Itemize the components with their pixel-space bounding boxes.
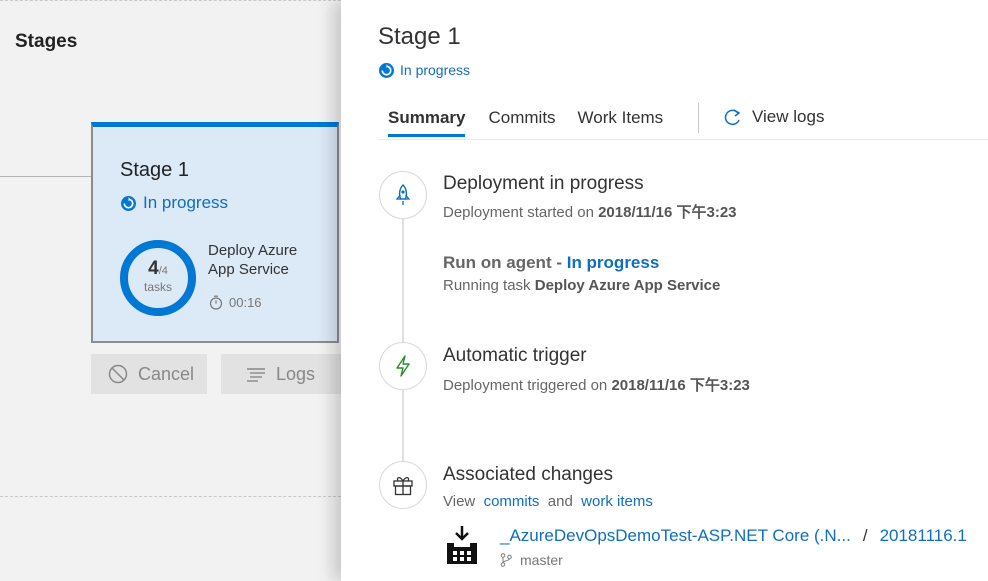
stage-status: In progress (121, 193, 228, 213)
deployment-date: 2018/11/16 下午3:23 (598, 204, 737, 221)
tab-summary[interactable]: Summary (388, 108, 466, 137)
agent-task-name: Deploy Azure App Service (534, 277, 721, 294)
artifact-row: _AzureDevOpsDemoTest-ASP.NET Core (.N...… (500, 526, 967, 546)
pipeline-canvas: Stages Stage 1 In progress 4/4 tasks Dep… (0, 0, 341, 581)
changes-heading: Associated changes (443, 464, 614, 485)
agent-subtitle: Running task Deploy Azure App Service (443, 277, 720, 294)
artifact-version-link[interactable]: 20181116.1 (880, 526, 967, 546)
commits-link[interactable]: commits (484, 493, 540, 510)
deployment-subtitle: Deployment started on 2018/11/16 下午3:23 (443, 201, 737, 222)
in-progress-icon (121, 195, 136, 211)
changes-view-label: View (443, 493, 476, 510)
gift-icon (379, 461, 427, 509)
stage-card[interactable]: Stage 1 In progress 4/4 tasks Deploy Azu… (91, 122, 339, 343)
changes-and-label: and (547, 493, 573, 510)
agent-heading: Run on agent - In progress (443, 253, 659, 273)
tasks-count: 4/4 (119, 258, 197, 280)
timeline-line (402, 218, 404, 462)
stage-connector (0, 176, 92, 177)
divider (0, 496, 341, 497)
logs-icon (247, 368, 265, 382)
artifact-name-link[interactable]: _AzureDevOpsDemoTest-ASP.NET Core (.N... (500, 526, 851, 546)
branch-icon (500, 553, 512, 567)
deployment-sub-prefix: Deployment started on (443, 204, 599, 221)
view-logs-label: View logs (752, 107, 825, 126)
task-progress-ring: 4/4 tasks (119, 239, 197, 317)
elapsed-time: 00:16 (229, 295, 262, 310)
divider (0, 0, 341, 1)
panel-title: Stage 1 (378, 23, 461, 50)
view-logs-button[interactable]: View logs (724, 107, 824, 127)
rocket-icon (379, 171, 427, 219)
cancel-icon (108, 364, 128, 384)
tab-underline (378, 139, 988, 140)
stopwatch-icon (209, 295, 223, 310)
panel-status: In progress (379, 62, 470, 78)
stage-details-panel: Stage 1 In progress Summary Commits Work… (341, 0, 988, 581)
agent-sub-prefix: Running task (443, 277, 535, 294)
tasks-done: 4 (148, 258, 159, 279)
stages-heading: Stages (15, 31, 78, 52)
tasks-total: /4 (158, 265, 168, 277)
trigger-heading: Automatic trigger (443, 345, 587, 366)
cancel-button[interactable]: Cancel (91, 354, 207, 394)
build-artifact-icon (447, 526, 477, 564)
deployment-heading: Deployment in progress (443, 173, 644, 194)
work-items-link[interactable]: work items (581, 493, 653, 510)
in-progress-icon (379, 62, 394, 78)
current-task-name: Deploy Azure App Service (208, 242, 298, 278)
stage-name: Stage 1 (120, 159, 189, 181)
redo-arrow-icon (724, 109, 741, 126)
cancel-button-label: Cancel (138, 363, 195, 384)
agent-heading-prefix: Run on agent - (443, 253, 567, 272)
elapsed-timer: 00:16 (209, 295, 262, 310)
panel-status-label: In progress (400, 62, 471, 78)
agent-status-link[interactable]: In progress (567, 253, 660, 272)
trigger-subtitle: Deployment triggered on 2018/11/16 下午3:2… (443, 374, 750, 395)
logs-button[interactable]: Logs (221, 354, 341, 394)
stage-status-label: In progress (143, 193, 229, 212)
trigger-sub-prefix: Deployment triggered on (443, 377, 612, 394)
tasks-label: tasks (143, 280, 172, 294)
logs-button-label: Logs (276, 363, 316, 384)
artifact-branch: master (500, 552, 563, 568)
branch-name: master (520, 552, 563, 568)
tab-commits[interactable]: Commits (488, 108, 555, 134)
artifact-separator: / (862, 526, 868, 545)
tab-bar: Summary Commits Work Items (388, 108, 685, 137)
changes-subtitle: View commits and work items (443, 493, 653, 510)
tab-divider (698, 103, 699, 133)
tab-work-items[interactable]: Work Items (578, 108, 664, 134)
lightning-icon (379, 342, 427, 390)
trigger-date: 2018/11/16 下午3:23 (611, 377, 750, 394)
